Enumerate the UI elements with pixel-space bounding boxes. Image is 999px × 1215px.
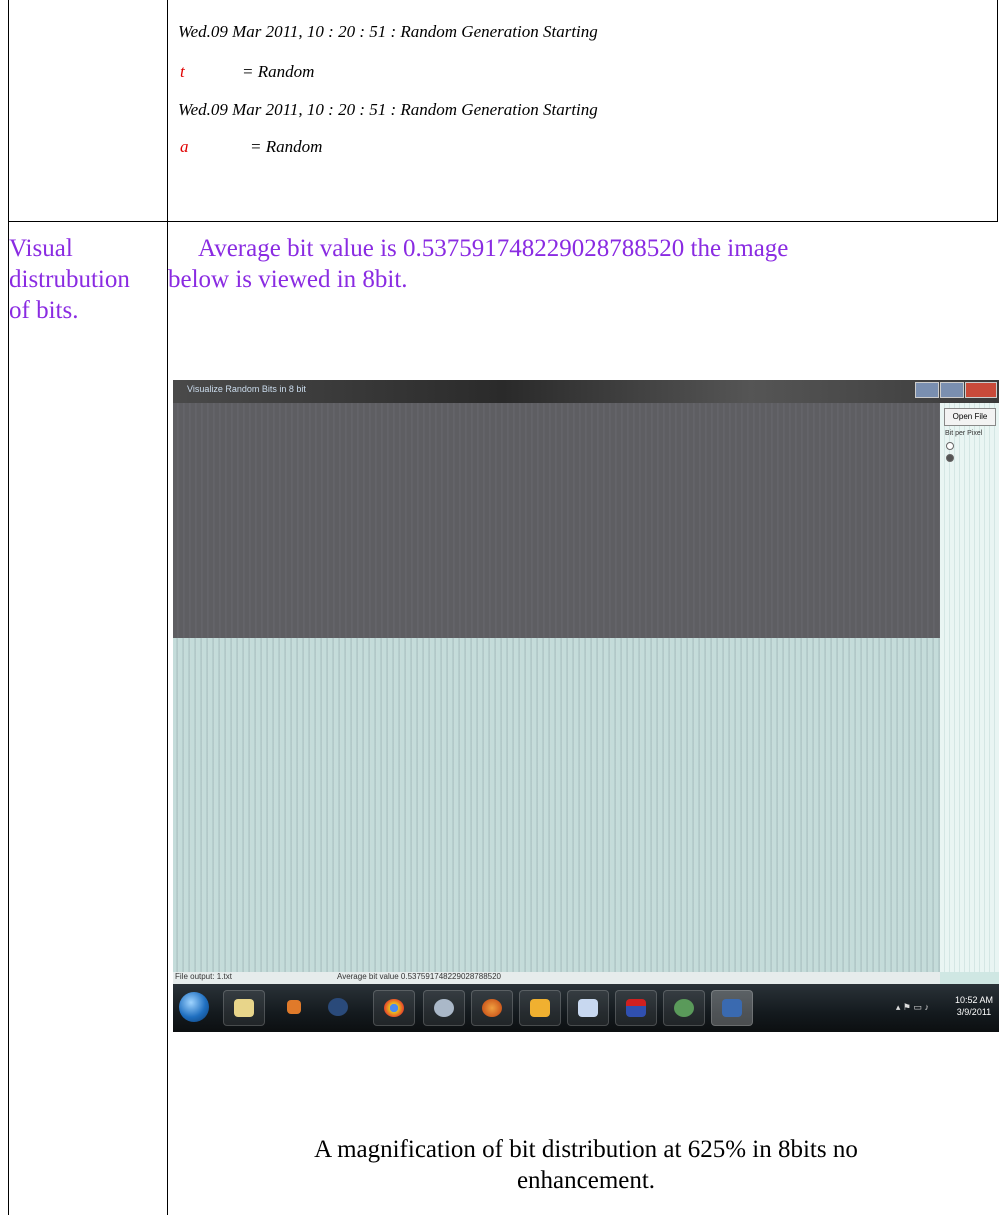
start-orb-icon — [179, 992, 209, 1022]
outlook-icon — [567, 990, 609, 1026]
average-bit-text: Average bit value is 0.53759174822902878… — [168, 233, 788, 295]
webcam-icon — [423, 990, 465, 1026]
log-var-t: t — [180, 62, 185, 81]
window-titlebar: Visualize Random Bits in 8 bit — [173, 380, 999, 403]
average-bit-line-1: Average bit value is 0.53759174822902878… — [198, 235, 789, 262]
radio-1-icon — [946, 442, 954, 450]
row-label-line-2: distrubution — [9, 266, 130, 293]
caption-line-2: enhancement. — [516, 1167, 656, 1194]
log-var-a: a — [180, 137, 189, 156]
status-right: Average bit value 0.53759174822902878852… — [337, 972, 501, 981]
maximize-icon — [940, 382, 964, 398]
radio-8-icon — [946, 454, 954, 462]
app-icon — [711, 990, 753, 1026]
system-tray-icons: ▴ ⚑ ▭ ♪ — [895, 1002, 929, 1012]
table-column-divider — [167, 0, 168, 1215]
clock: 10:52 AM 3/9/2011 — [955, 994, 993, 1018]
close-icon — [965, 382, 997, 398]
open-file-button: Open File — [944, 408, 996, 426]
row-label-line-3: of bits. — [9, 297, 79, 324]
log-value-2: = Random — [250, 137, 323, 156]
log-value-1: = Random — [242, 62, 315, 81]
log-line-4: a = Random — [180, 137, 322, 157]
status-bar: File output: 1.txt Average bit value 0.5… — [173, 972, 940, 984]
log-timestamp-1: Wed.09 Mar 2011, 10 : 20 : 51 : Random G… — [178, 22, 598, 41]
explorer-icon — [223, 990, 265, 1026]
table-left-border — [8, 0, 9, 1215]
table-row-divider — [8, 221, 998, 222]
table-right-border — [997, 0, 998, 222]
taskbar: ▴ ⚑ ▭ ♪ 10:52 AM 3/9/2011 — [173, 984, 999, 1032]
embedded-screenshot: Visualize Random Bits in 8 bit Open File… — [173, 380, 999, 1032]
row-label-line-1: Visual — [9, 235, 73, 262]
clock-time: 10:52 AM — [954, 995, 993, 1005]
minimize-icon — [915, 382, 939, 398]
row-label: Visual distrubution of bits. — [9, 233, 130, 326]
folder-icon — [519, 990, 561, 1026]
caption-line-1: A magnification of bit distribution at 6… — [314, 1136, 858, 1163]
log-line-3: Wed.09 Mar 2011, 10 : 20 : 51 : Random G… — [178, 100, 598, 120]
log-line-2: t = Random — [180, 62, 314, 82]
log-line-1: Wed.09 Mar 2011, 10 : 20 : 51 : Random G… — [178, 22, 598, 42]
user-icon — [318, 990, 358, 1024]
firefox-icon — [471, 990, 513, 1026]
bit-image-dark — [173, 403, 940, 638]
calendar-icon — [615, 990, 657, 1026]
side-panel — [940, 403, 999, 972]
caption: A magnification of bit distribution at 6… — [173, 1134, 999, 1196]
log-timestamp-2: Wed.09 Mar 2011, 10 : 20 : 51 : Random G… — [178, 100, 598, 119]
window-controls — [915, 382, 997, 398]
status-left: File output: 1.txt — [175, 972, 232, 981]
bit-image-light — [173, 638, 940, 972]
bit-per-pixel-label: Bit per Pixel — [945, 430, 983, 437]
media-player-icon — [273, 990, 313, 1024]
network-icon — [663, 990, 705, 1026]
average-bit-line-2: below is viewed in 8bit. — [168, 266, 408, 293]
chrome-icon — [373, 990, 415, 1026]
clock-date: 3/9/2011 — [956, 1007, 992, 1017]
window-title: Visualize Random Bits in 8 bit — [187, 384, 306, 394]
